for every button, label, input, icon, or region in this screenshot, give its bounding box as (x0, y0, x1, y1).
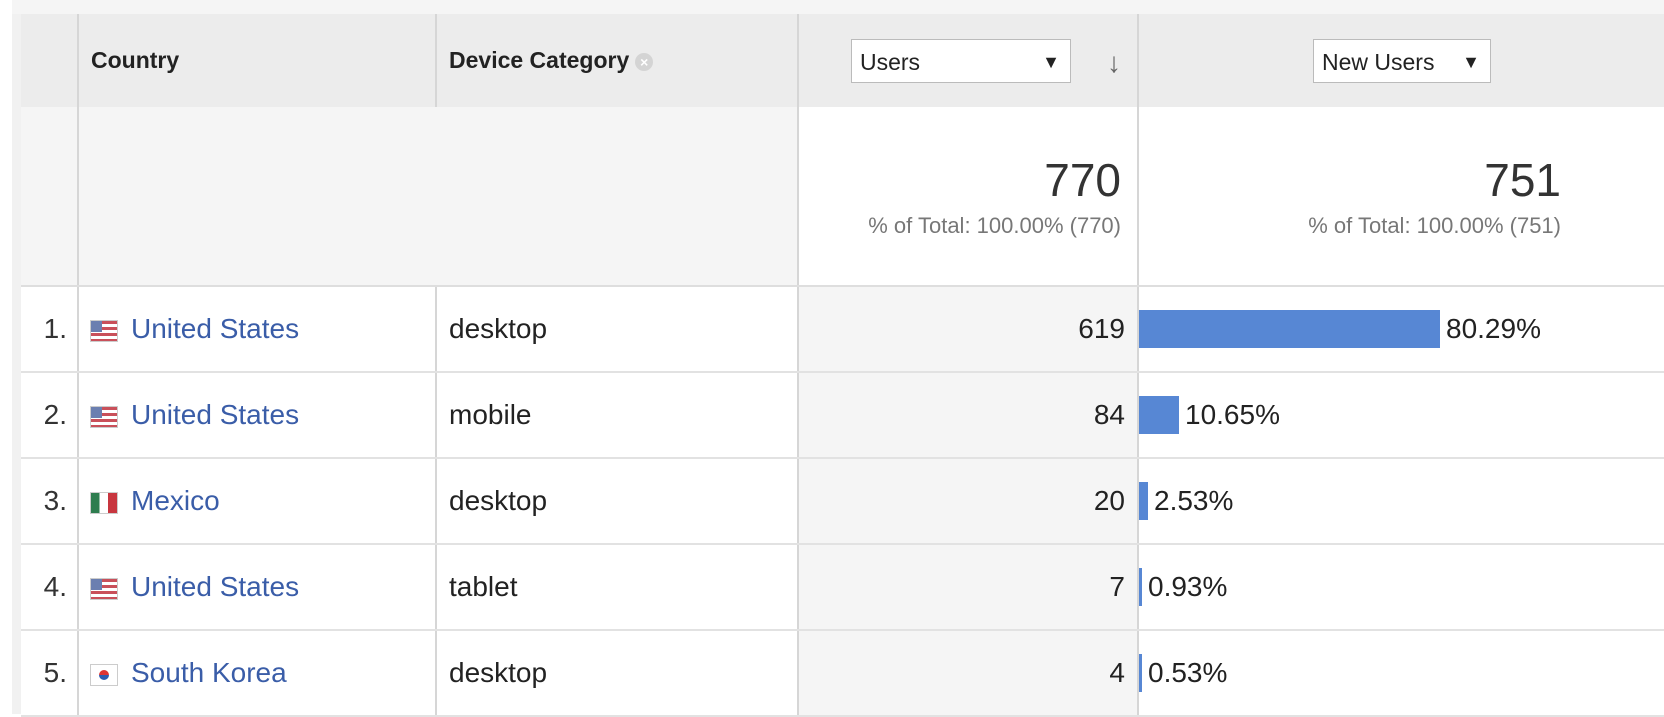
users-header: Users ▼ ↓ (797, 14, 1138, 107)
new-users-total-cell: 751 % of Total: 100.00% (751) (1137, 107, 1664, 287)
dropdown-caret-icon: ▼ (1042, 51, 1060, 72)
country-cell: Mexico (77, 458, 436, 545)
device-cell: desktop (435, 630, 798, 717)
new-users-header: New Users ▼ (1137, 14, 1664, 107)
row-rank: 2. (21, 372, 78, 459)
users-cell: 7 (797, 544, 1138, 631)
new-users-cell: 0.53% (1137, 630, 1664, 717)
country-link[interactable]: United States (131, 399, 299, 430)
totals-country-cell (77, 107, 436, 287)
flag-kr-icon (91, 664, 117, 685)
country-cell: United States (77, 286, 436, 373)
flag-mx-icon (91, 492, 117, 513)
sort-descending-icon[interactable]: ↓ (1107, 47, 1121, 79)
flag-us-icon (91, 406, 117, 427)
totals-row: 770 % of Total: 100.00% (770) 751 % of T… (21, 107, 1664, 287)
new-users-total-pct: % of Total: 100.00% (751) (1308, 213, 1561, 238)
rank-header (21, 14, 78, 107)
table-row: 3. Mexico desktop 20 2.53% (21, 458, 1664, 545)
country-link[interactable]: United States (131, 313, 299, 344)
flag-us-icon (91, 578, 117, 599)
users-cell: 4 (797, 630, 1138, 717)
new-users-pct: 2.53% (1154, 485, 1234, 516)
new-users-bar (1139, 568, 1142, 606)
new-users-cell: 0.93% (1137, 544, 1664, 631)
users-total-value: 770 (1044, 154, 1121, 206)
users-total-pct: % of Total: 100.00% (770) (868, 213, 1121, 238)
data-table: Country Device Category × Users ▼ ↓ New Use… (21, 14, 1664, 717)
new-users-cell: 10.65% (1137, 372, 1664, 459)
users-total-cell: 770 % of Total: 100.00% (770) (797, 107, 1138, 287)
country-header-label: Country (91, 47, 180, 73)
new-users-metric-select[interactable]: New Users ▼ (1313, 38, 1491, 83)
device-cell: desktop (435, 458, 798, 545)
dropdown-caret-icon: ▼ (1462, 51, 1480, 72)
table-row: 2. United States mobile 84 10.65% (21, 372, 1664, 459)
row-rank: 3. (21, 458, 78, 545)
new-users-total-value: 751 (1484, 154, 1561, 206)
new-users-metric-label: New Users (1322, 48, 1435, 75)
new-users-pct: 0.93% (1148, 571, 1228, 602)
totals-rank-cell (21, 107, 78, 287)
users-cell: 84 (797, 372, 1138, 459)
new-users-cell: 80.29% (1137, 286, 1664, 373)
row-rank: 5. (21, 630, 78, 717)
device-cell: desktop (435, 286, 798, 373)
users-cell: 619 (797, 286, 1138, 373)
users-cell: 20 (797, 458, 1138, 545)
country-link[interactable]: United States (131, 571, 299, 602)
table-row: 1. United States desktop 619 80.29% (21, 286, 1664, 373)
report-container: Country Device Category × Users ▼ ↓ New Use… (12, 0, 1664, 717)
country-header[interactable]: Country (77, 14, 436, 107)
country-cell: United States (77, 544, 436, 631)
row-rank: 4. (21, 544, 78, 631)
table-row: 5. South Korea desktop 4 0.53% (21, 630, 1664, 717)
users-metric-label: Users (860, 48, 921, 75)
table-row: 4. United States tablet 7 0.93% (21, 544, 1664, 631)
country-link[interactable]: South Korea (131, 657, 287, 688)
totals-device-cell (436, 107, 798, 287)
users-metric-select[interactable]: Users ▼ (851, 38, 1071, 83)
country-cell: South Korea (77, 630, 436, 717)
left-strip (12, 14, 21, 714)
device-cell: mobile (435, 372, 798, 459)
row-rank: 1. (21, 286, 78, 373)
new-users-pct: 0.53% (1148, 657, 1228, 688)
new-users-pct: 10.65% (1185, 399, 1280, 430)
new-users-pct: 80.29% (1446, 313, 1541, 344)
remove-dimension-icon[interactable]: × (635, 52, 654, 71)
new-users-bar (1139, 310, 1440, 348)
new-users-bar (1139, 396, 1179, 434)
new-users-cell: 2.53% (1137, 458, 1664, 545)
device-cell: tablet (435, 544, 798, 631)
flag-us-icon (91, 320, 117, 341)
new-users-bar (1139, 654, 1142, 692)
top-strip (12, 0, 1664, 14)
header-row: Country Device Category × Users ▼ ↓ New Use… (21, 14, 1664, 107)
device-category-header-label: Device Category (449, 47, 630, 73)
new-users-bar (1139, 482, 1148, 520)
country-cell: United States (77, 372, 436, 459)
device-category-header[interactable]: Device Category × (435, 14, 798, 107)
country-link[interactable]: Mexico (131, 485, 220, 516)
